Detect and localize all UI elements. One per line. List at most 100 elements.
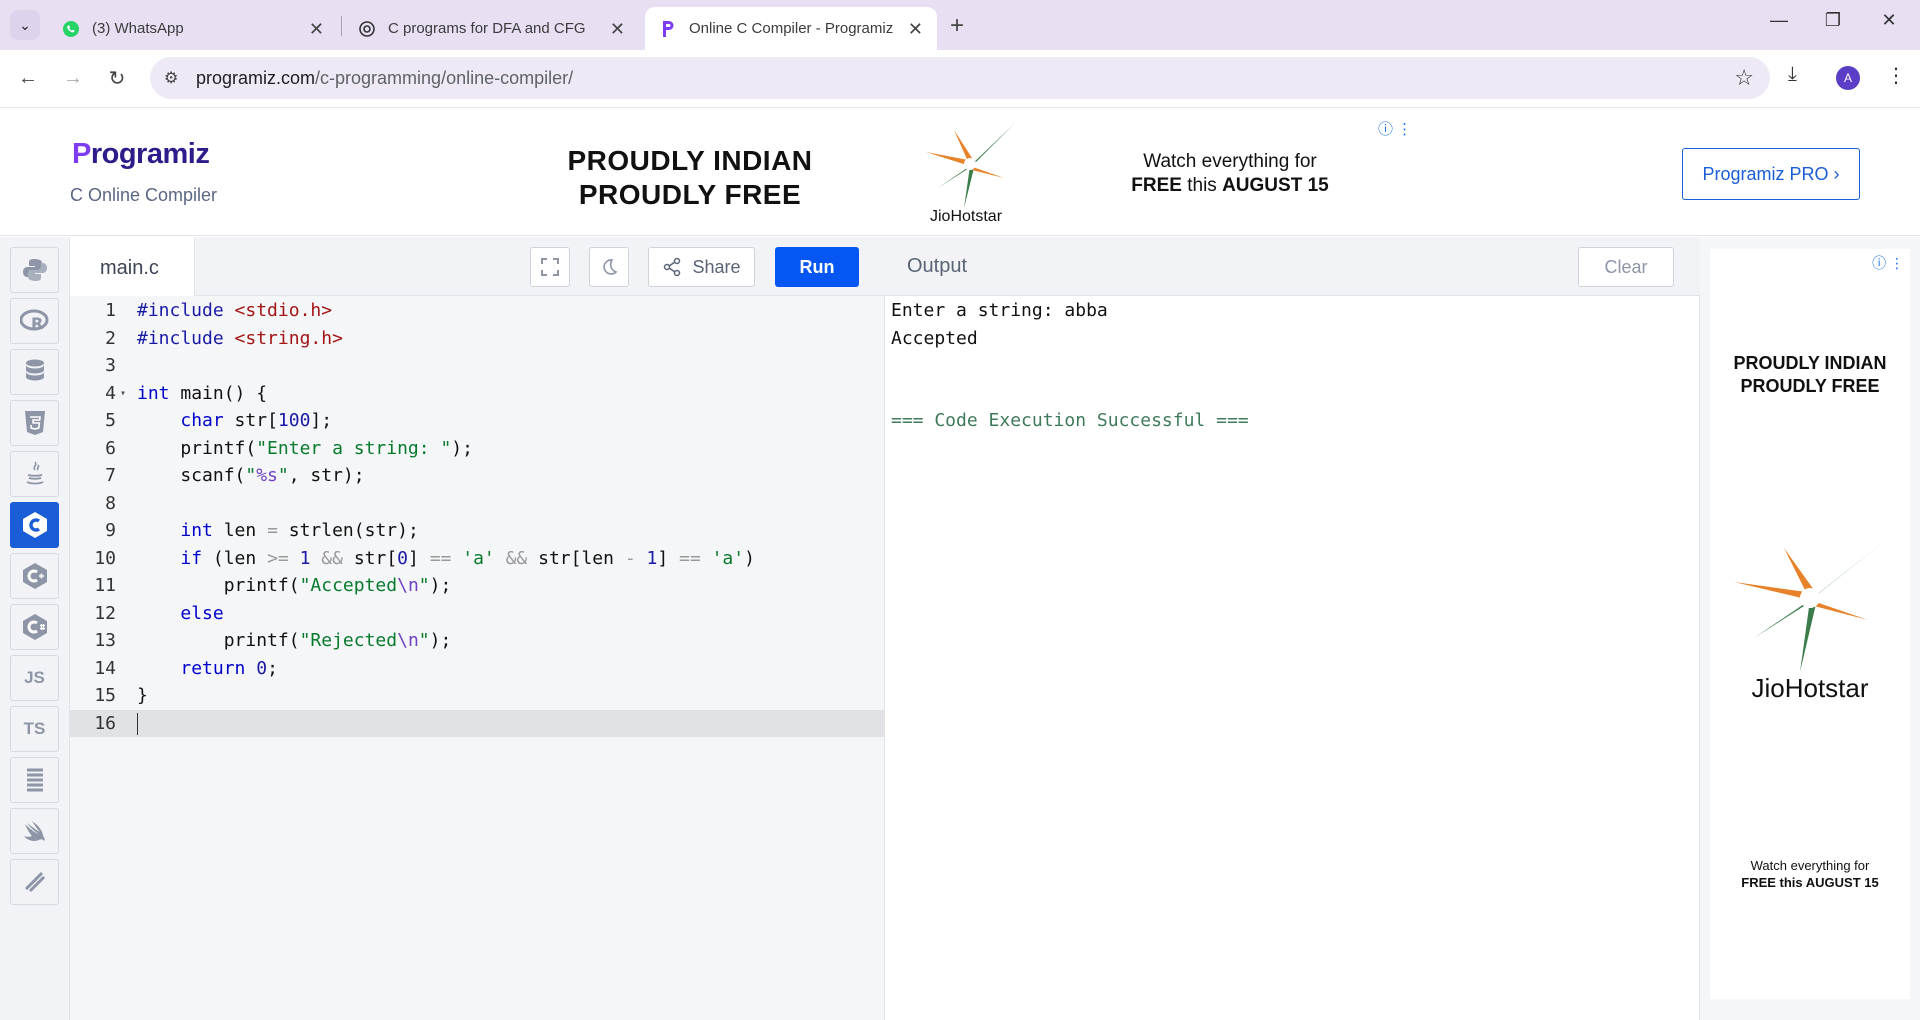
code-line: 14 return 0;	[94, 657, 278, 679]
tab-title: Online C Compiler - Programiz	[689, 20, 894, 37]
code-line: 4 ▾ int main() {	[70, 380, 885, 408]
sql-database-icon[interactable]	[10, 349, 59, 395]
html5-icon[interactable]	[10, 400, 59, 446]
jiohotstar-star-icon	[926, 124, 1014, 208]
code-area[interactable]: 1 #include <stdio.h> 2 #include <string.h>…	[70, 297, 885, 737]
url-host: programiz.com	[196, 68, 316, 88]
swift-icon[interactable]	[10, 808, 59, 854]
fold-arrow-icon[interactable]: ▾	[120, 380, 126, 408]
dark-mode-moon-icon[interactable]	[589, 247, 629, 287]
logo-rest: rogramiz	[90, 138, 210, 170]
code-line-current: 16	[70, 709, 885, 737]
language-sidebar: R JS TS	[0, 237, 70, 1020]
share-button[interactable]: Share	[648, 247, 755, 287]
right-ad-tagline-2: FREE this AUGUST 15	[1741, 875, 1879, 890]
code-line: 6 printf("Enter a string: ");	[105, 437, 473, 459]
rust-icon[interactable]	[10, 859, 59, 905]
ad-headline-2: PROUDLY FREE	[578, 179, 802, 210]
whatsapp-icon	[62, 20, 80, 38]
close-tab-icon[interactable]: ✕	[908, 19, 923, 40]
reload-icon[interactable]: ↻	[102, 63, 132, 93]
code-line: 3	[105, 355, 116, 376]
ad-tagline-1: Watch everything for	[1143, 151, 1317, 172]
code-line: 5 char str[100];	[105, 410, 333, 431]
right-ad-brand: JioHotstar	[1751, 673, 1869, 703]
code-line: 15}	[94, 685, 148, 706]
editor-toolbar: main.c Share Run	[70, 237, 885, 296]
programiz-icon	[659, 20, 677, 38]
code-line: 10 if (len >= 1 && str[0] == 'a' && str[…	[94, 547, 755, 569]
javascript-icon[interactable]: JS	[10, 655, 59, 701]
clear-button[interactable]: Clear	[1578, 247, 1674, 287]
cpp-language-icon[interactable]	[10, 553, 59, 599]
python-icon[interactable]	[10, 247, 59, 293]
typescript-icon[interactable]: TS	[10, 706, 59, 752]
code-editor-panel: main.c Share Run 1 #include <stdio.h> 2 #i…	[70, 237, 885, 1020]
code-line: 2 #include <string.h>	[105, 327, 343, 349]
java-icon[interactable]	[10, 451, 59, 497]
right-ad-headline-2: PROUDLY FREE	[1740, 376, 1880, 396]
right-ad-tagline: Watch everything for FREE this AUGUST 15	[1710, 857, 1910, 891]
go-language-icon[interactable]	[10, 757, 59, 803]
output-line: Enter a string: abba	[891, 300, 1108, 321]
fullscreen-icon[interactable]	[530, 247, 570, 287]
right-ad-tagline-1: Watch everything for	[1750, 858, 1870, 873]
browser-menu-icon[interactable]: ⋮	[1886, 63, 1906, 88]
programiz-pro-button[interactable]: Programiz PRO ›	[1682, 148, 1860, 200]
text-cursor	[137, 712, 138, 735]
back-arrow-icon[interactable]: ←	[13, 63, 43, 93]
new-tab-plus-icon[interactable]: +	[950, 12, 964, 40]
tab-chatgpt[interactable]: C programs for DFA and CFG ✕	[344, 7, 639, 50]
ad-tagline: Watch everything for FREE this AUGUST 15	[1110, 150, 1350, 198]
code-line: 7 scanf("%s", str);	[105, 465, 365, 486]
close-window-icon[interactable]: ✕	[1866, 10, 1912, 31]
right-ad-headline: PROUDLY INDIAN PROUDLY FREE	[1710, 352, 1910, 398]
right-ad-card[interactable]: ⓘ ⋮ PROUDLY INDIAN PROUDLY FREE JioHotst…	[1710, 249, 1910, 999]
programiz-logo[interactable]: Programiz	[72, 138, 210, 171]
site-settings-icon[interactable]: ⚙	[164, 68, 178, 88]
address-bar[interactable]: ⚙ programiz.com/c-programming/online-com…	[150, 57, 1770, 99]
bookmark-star-icon[interactable]: ☆	[1734, 65, 1754, 91]
minimize-icon[interactable]: —	[1756, 10, 1802, 31]
close-tab-icon[interactable]: ✕	[610, 19, 625, 40]
output-console[interactable]: Enter a string: abba Accepted === Code E…	[891, 297, 1249, 435]
output-title: Output	[907, 255, 968, 277]
output-line: Accepted	[891, 327, 978, 349]
output-panel: Output Clear Enter a string: abba Accept…	[885, 237, 1700, 1020]
code-line: 11 printf("Accepted\n");	[94, 575, 452, 596]
tab-programiz[interactable]: Online C Compiler - Programiz ✕	[645, 7, 937, 50]
ad-tagline-free: FREE	[1131, 175, 1182, 196]
tab-whatsapp[interactable]: (3) WhatsApp ✕	[48, 7, 338, 50]
svg-text:R: R	[31, 314, 43, 333]
chatgpt-icon	[358, 20, 376, 38]
profile-avatar[interactable]: A	[1836, 66, 1860, 90]
ad-info-icon[interactable]: ⓘ ⋮	[1378, 118, 1412, 139]
page-subtitle: C Online Compiler	[70, 185, 218, 205]
code-line: 9 int len = strlen(str);	[105, 520, 419, 541]
ad-tagline-date: AUGUST 15	[1222, 175, 1329, 196]
tab-separator	[341, 16, 342, 36]
run-button[interactable]: Run	[775, 247, 859, 287]
c-language-icon[interactable]	[10, 502, 59, 548]
ad-tagline-this: this	[1181, 175, 1223, 196]
ad-info-icon[interactable]: ⓘ ⋮	[1872, 253, 1904, 273]
csharp-language-icon[interactable]	[10, 604, 59, 650]
code-line: 13 printf("Rejected\n");	[94, 630, 452, 651]
logo-initial: P	[72, 138, 91, 170]
close-tab-icon[interactable]: ✕	[309, 19, 324, 40]
browser-tab-strip: ⌄ (3) WhatsApp ✕ C programs for DFA and …	[0, 0, 1920, 50]
file-tab-main-c[interactable]: main.c	[70, 237, 195, 296]
download-icon[interactable]: ⤓	[1788, 63, 1797, 86]
tab-search-chevron-icon[interactable]: ⌄	[10, 10, 40, 40]
right-ad-column: ⓘ ⋮ PROUDLY INDIAN PROUDLY FREE JioHotst…	[1700, 237, 1920, 1020]
restore-icon[interactable]: ❐	[1810, 10, 1856, 31]
ad-brand: JioHotstar	[930, 208, 1003, 225]
share-icon	[664, 257, 681, 277]
tab-title: C programs for DFA and CFG	[388, 20, 586, 37]
browser-toolbar: ← → ↻ ⚙ programiz.com/c-programming/onli…	[0, 50, 1920, 108]
forward-arrow-icon[interactable]: →	[58, 63, 88, 93]
r-language-icon[interactable]: R	[10, 298, 59, 344]
site-header: Programiz C Online Compiler PROUDLY INDI…	[0, 108, 1920, 236]
url-text[interactable]: programiz.com/c-programming/online-compi…	[196, 68, 573, 89]
